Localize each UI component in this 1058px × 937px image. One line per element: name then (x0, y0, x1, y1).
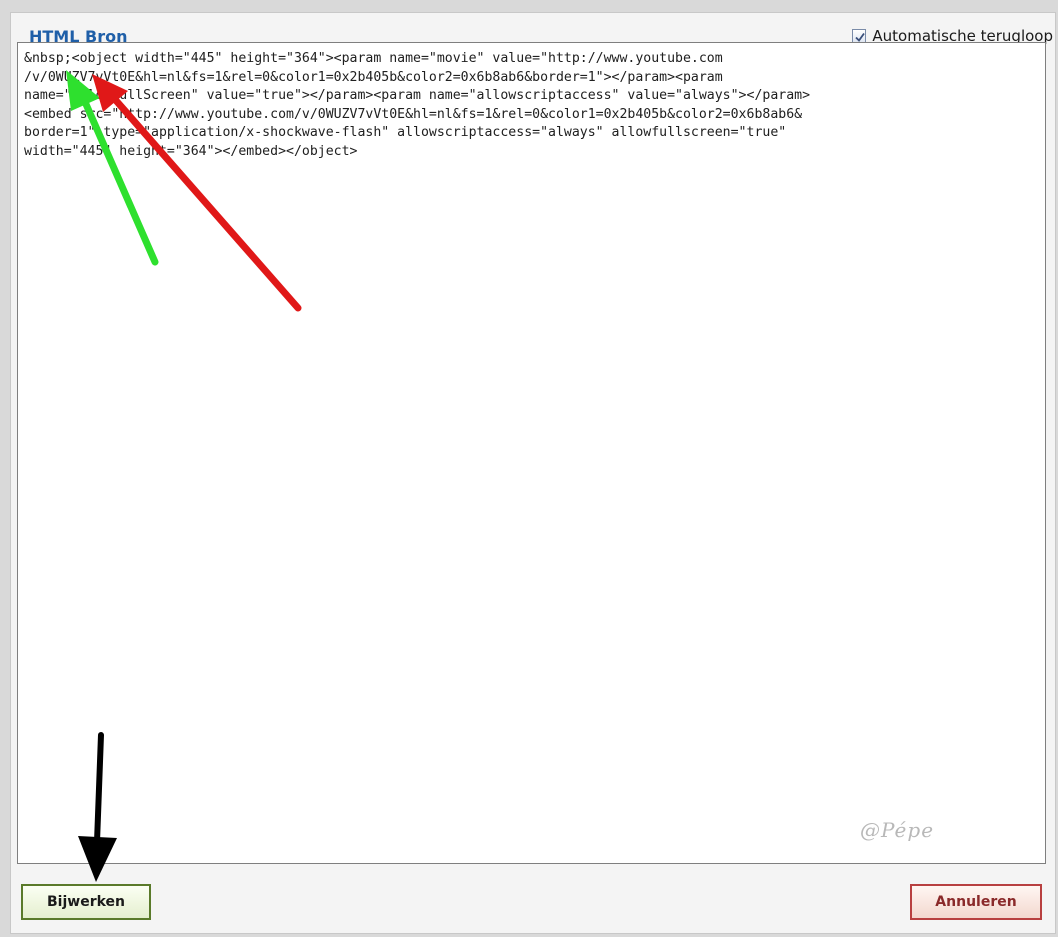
watermark: @Pépe (860, 818, 935, 842)
source-code[interactable]: &nbsp;<object width="445" height="364"><… (18, 43, 1045, 168)
source-line: name="allowFullScreen" value="true"></pa… (24, 88, 811, 103)
html-source-editor[interactable]: &nbsp;<object width="445" height="364"><… (17, 42, 1046, 864)
auto-wrap-checkbox[interactable] (852, 29, 867, 43)
source-line: <embed src="http://www.youtube.com/v/0WU… (24, 106, 803, 122)
source-line: width="445" height="364"></embed></objec… (24, 143, 358, 159)
cancel-button[interactable]: Annuleren (910, 884, 1042, 920)
update-button[interactable]: Bijwerken (21, 884, 151, 920)
source-line: &nbsp;<object width="445" height="364"><… (24, 51, 723, 66)
source-line: border=1" type="application/x-shockwave-… (24, 125, 787, 140)
screenshot-frame: HTML Bron Automatische terugloop &nbsp;<… (0, 0, 1058, 937)
source-line: /v/0WUZV7vVt0E&hl=nl&fs=1&rel=0&color1=0… (24, 69, 723, 85)
